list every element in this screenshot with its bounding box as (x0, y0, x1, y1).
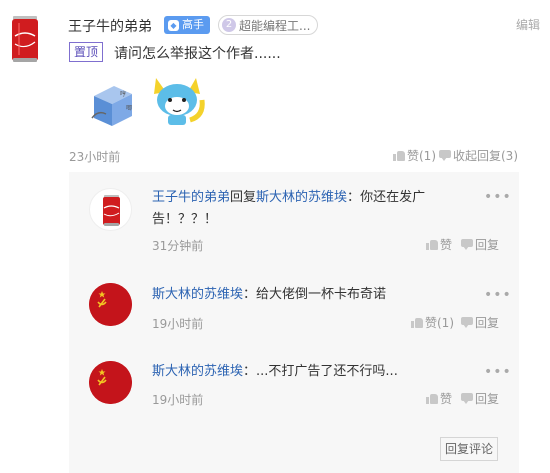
sticker-cat-image (146, 70, 208, 132)
reply-icon (461, 393, 473, 404)
reply-sep: ： (347, 190, 361, 205)
reply-target-link[interactable]: 斯大林的苏维埃 (256, 190, 347, 205)
reply-verb: 回复 (230, 190, 257, 205)
more-icon[interactable]: ••• (484, 287, 512, 303)
thumbs-up-icon (426, 239, 438, 250)
reply-content: ...不打广告了还不行吗... (256, 364, 398, 379)
reply-text: 王子牛的弟弟回复斯大林的苏维埃：你还在发广 告！？？！ (152, 187, 452, 231)
reply-author-link[interactable]: 斯大林的苏维埃 (152, 287, 243, 302)
reply-reply-label: 回复 (475, 316, 500, 330)
reply-like-button[interactable]: 赞 (426, 390, 452, 407)
thumbs-up-icon (393, 150, 405, 161)
reply-icon (461, 317, 473, 328)
more-icon[interactable]: ••• (484, 364, 512, 380)
reply-reply-button[interactable]: 回复 (461, 314, 499, 331)
level-number: 2 (222, 18, 236, 32)
reply-icon (439, 150, 451, 161)
avatar[interactable] (89, 283, 132, 326)
more-icon[interactable]: ••• (484, 189, 512, 205)
reply-sep: ： (243, 287, 257, 302)
fold-replies-button[interactable]: 收起回复(3) (439, 147, 518, 164)
reply-reply-label: 回复 (475, 392, 500, 406)
svg-text:唧: 唧 (126, 105, 132, 112)
like-label: 赞(1) (407, 149, 436, 163)
author-name[interactable]: 王子牛的弟弟 (68, 16, 152, 36)
reply-reply-button[interactable]: 回复 (461, 390, 499, 407)
expert-badge: ◆ 高手 (164, 16, 210, 34)
post-time: 23小时前 (69, 150, 121, 164)
reply-content-line2: 告！？？！ (152, 212, 218, 227)
level-badge[interactable]: 2 超能编程工... (218, 15, 318, 35)
reply-like-label: 赞(1) (425, 316, 454, 330)
reply-time: 31分钟前 (152, 239, 204, 253)
reply-content: 给大佬倒一杯卡布奇诺 (256, 287, 387, 302)
avatar[interactable] (89, 361, 132, 404)
thumbs-up-icon (411, 317, 423, 328)
edit-link[interactable]: 编辑 (516, 16, 540, 33)
reply-icon (461, 239, 473, 250)
like-button[interactable]: 赞(1) (393, 147, 436, 164)
svg-text:哼: 哼 (120, 90, 126, 98)
reply-like-label: 赞 (440, 238, 453, 252)
sticker-cube-image: 哼 唧 (84, 74, 142, 132)
reply-text: 斯大林的苏维埃：...不打广告了还不行吗... (152, 361, 452, 383)
reply-reply-button[interactable]: 回复 (461, 236, 499, 253)
reply-comment-button[interactable]: 回复评论 (440, 437, 498, 461)
thumbs-up-icon (426, 393, 438, 404)
level-label: 超能编程工... (239, 18, 311, 33)
reply-text: 斯大林的苏维埃：给大佬倒一杯卡布奇诺 (152, 284, 452, 306)
reply-like-label: 赞 (440, 392, 453, 406)
reply-author-link[interactable]: 王子牛的弟弟 (152, 190, 230, 205)
reply-sep: ： (243, 364, 257, 379)
avatar[interactable] (10, 14, 40, 64)
reply-content-line1: 你还在发广 (360, 190, 426, 205)
fold-label: 收起回复(3) (453, 149, 518, 163)
reply-time: 19小时前 (152, 393, 204, 407)
reply-time: 19小时前 (152, 317, 204, 331)
post-text: 请问怎么举报这个作者...... (114, 46, 281, 62)
reply-like-button[interactable]: 赞(1) (411, 314, 454, 331)
badge-icon: ◆ (168, 19, 179, 31)
reply-reply-label: 回复 (475, 238, 500, 252)
reply-author-link[interactable]: 斯大林的苏维埃 (152, 364, 243, 379)
badge-label: 高手 (182, 18, 204, 31)
reply-like-button[interactable]: 赞 (426, 236, 452, 253)
pinned-tag: 置顶 (69, 42, 104, 62)
avatar[interactable] (89, 188, 132, 231)
